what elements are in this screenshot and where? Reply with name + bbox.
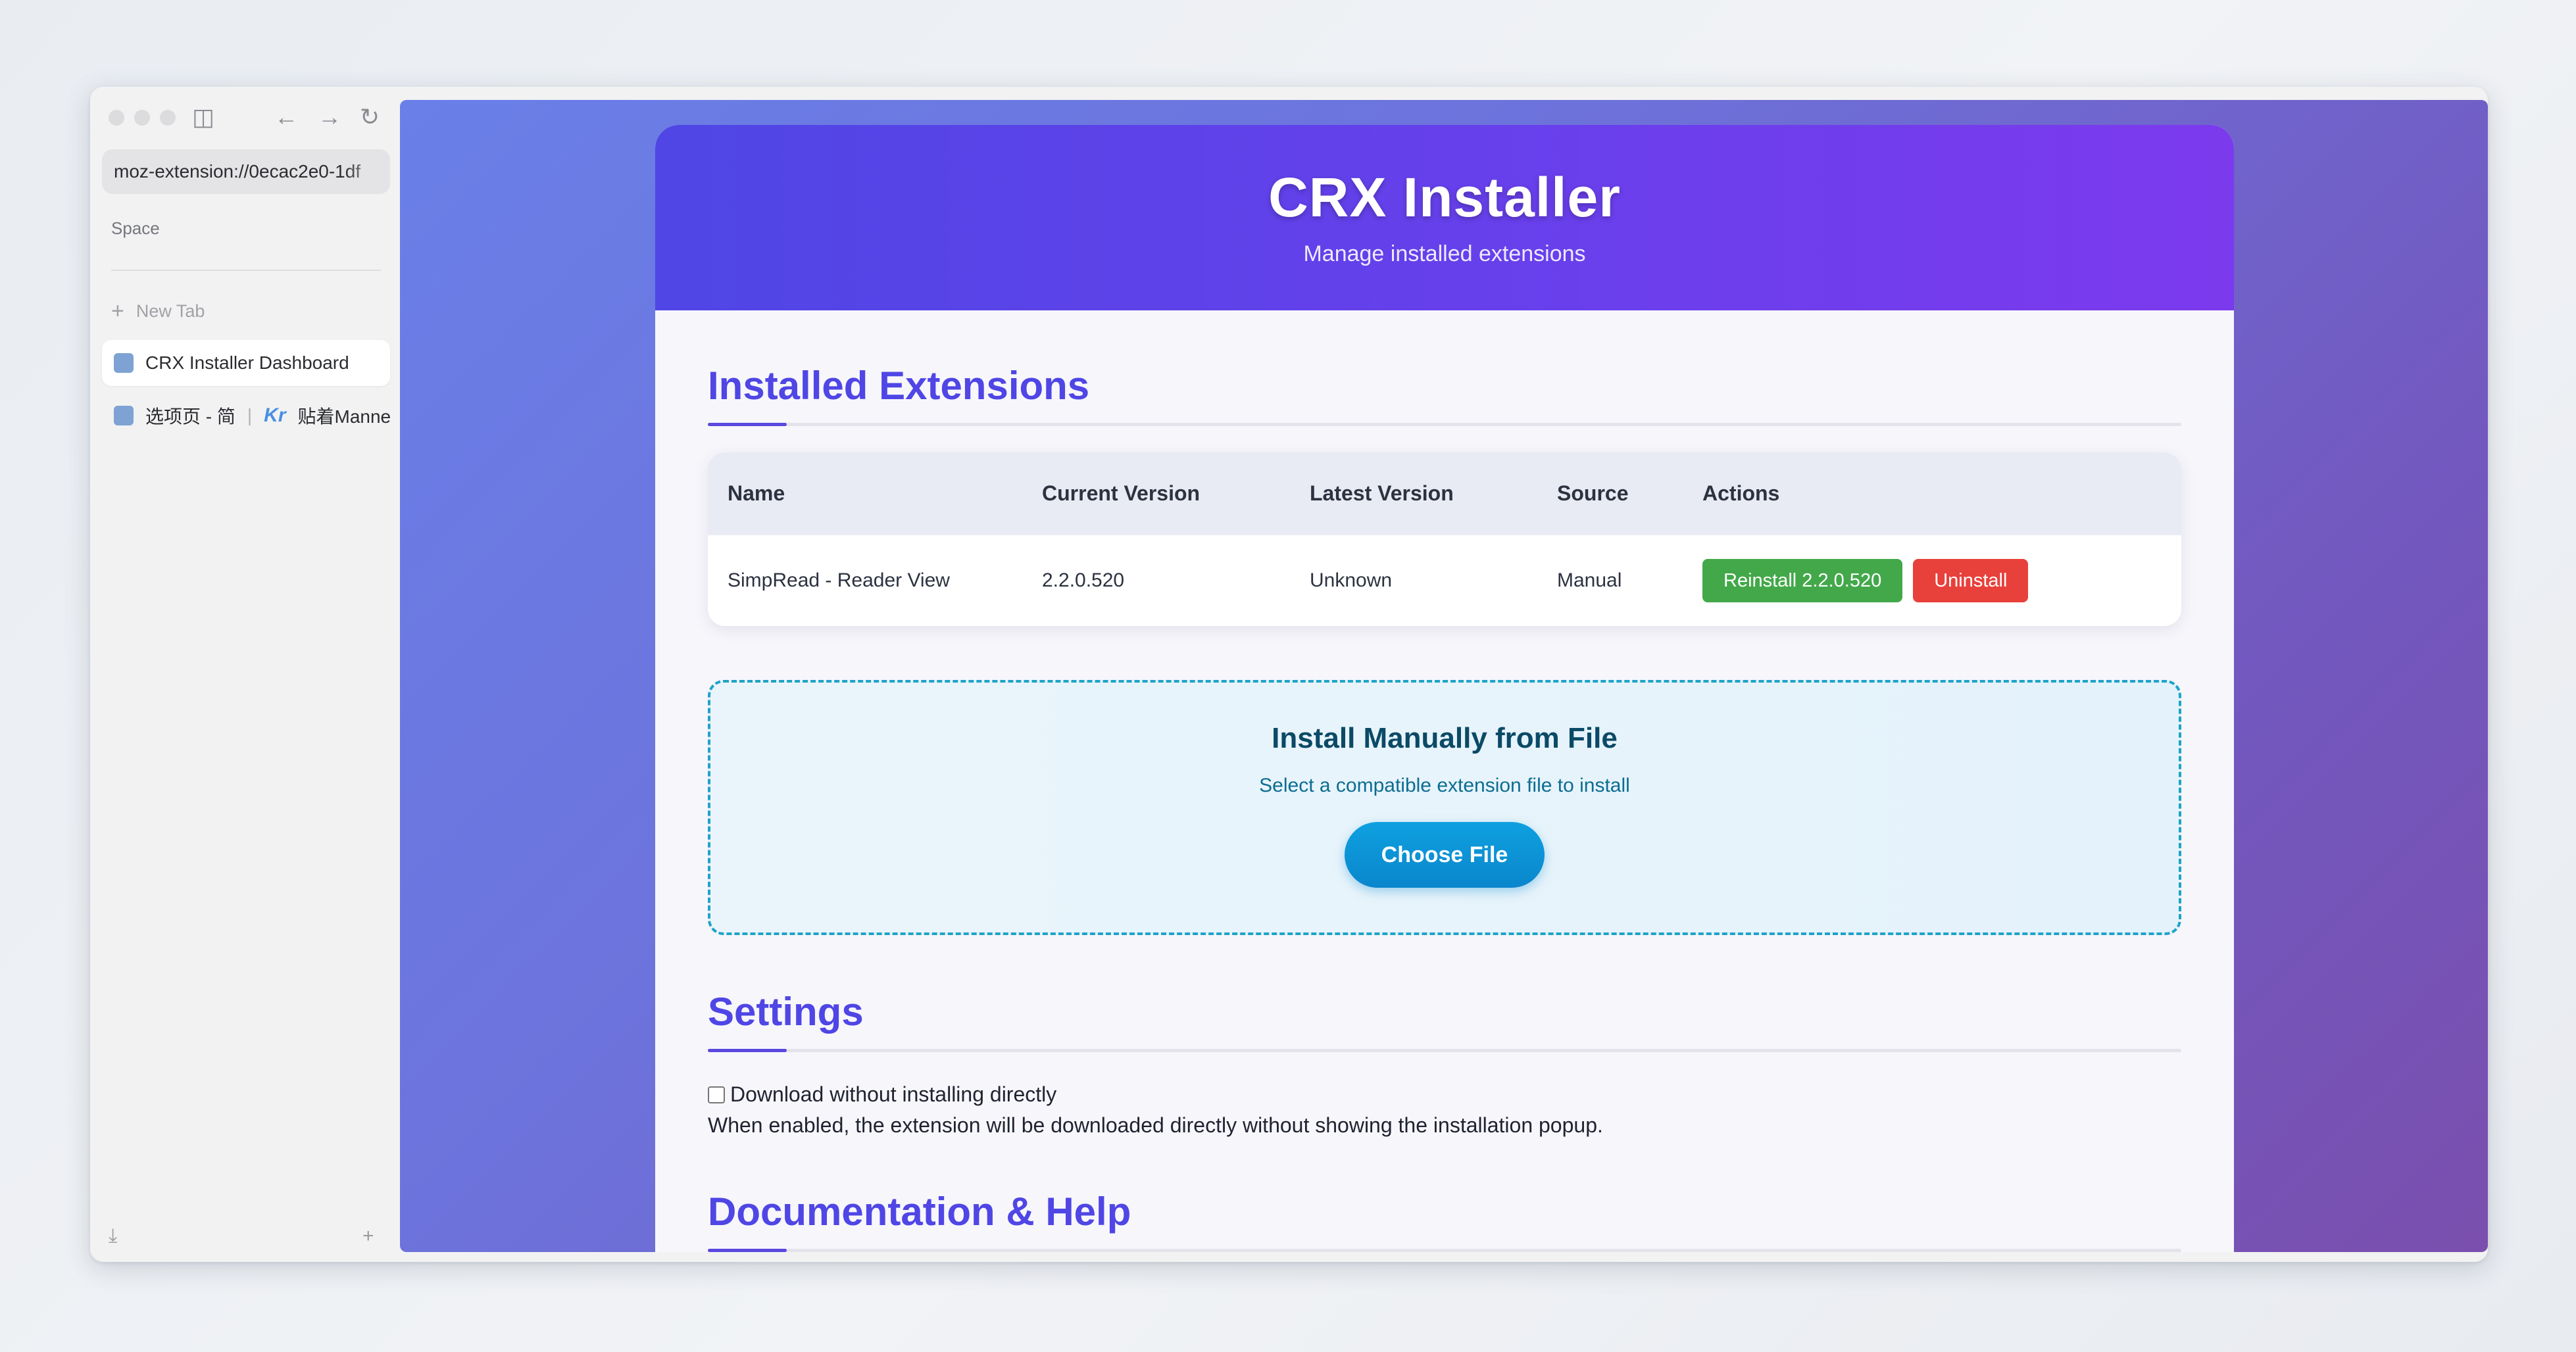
plus-icon: + (111, 299, 124, 324)
manual-install-title: Install Manually from File (1272, 722, 1618, 754)
address-bar[interactable]: moz-extension://0ecac2e0-1df (102, 149, 390, 194)
column-header-current-version: Current Version (1042, 481, 1201, 505)
current-version: 2.2.0.520 (1042, 569, 1125, 591)
latest-version: Unknown (1310, 569, 1393, 591)
uninstall-button[interactable]: Uninstall (1913, 559, 2029, 602)
downloads-icon[interactable]: ⤓ (109, 1225, 117, 1247)
settings-section-title: Settings (708, 990, 864, 1034)
download-only-description: When enabled, the extension will be down… (708, 1113, 1603, 1137)
kr-favicon-icon: Kr (264, 404, 286, 426)
space-label: Space (111, 218, 160, 238)
tab-favicon-icon (114, 406, 134, 425)
tab-crx-installer-dashboard[interactable]: CRX Installer Dashboard (102, 340, 390, 386)
new-tab-button[interactable]: + New Tab (111, 299, 205, 324)
reinstall-button[interactable]: Reinstall 2.2.0.520 (1702, 559, 1903, 602)
reload-icon[interactable]: ↻ (360, 105, 380, 129)
table-row: SimpRead - Reader View 2.2.0.520 Unknown… (708, 534, 2181, 626)
add-space-icon[interactable]: + (362, 1225, 374, 1247)
tab-label: CRX Installer Dashboard (145, 352, 349, 373)
browser-sidebar: ◫ ← → ↻ moz-extension://0ecac2e0-1df Spa… (90, 87, 399, 1262)
tab-label-secondary: 贴着Manne (297, 406, 390, 427)
download-only-checkbox[interactable] (708, 1086, 725, 1103)
forward-arrow-icon[interactable]: → (318, 105, 341, 129)
column-header-name: Name (728, 481, 785, 505)
installed-section-title: Installed Extensions (708, 364, 1090, 408)
close-window-button[interactable] (109, 110, 124, 126)
main-content: Installed Extensions Name Current Versio… (655, 363, 2234, 1252)
extensions-table: Name Current Version Latest Version Sour… (708, 452, 2181, 626)
dashboard-card: CRX Installer Manage installed extension… (655, 125, 2234, 1252)
sidebar-divider (111, 270, 381, 271)
minimize-window-button[interactable] (134, 110, 150, 126)
column-header-source: Source (1557, 481, 1629, 505)
window-controls (109, 110, 176, 126)
column-header-latest-version: Latest Version (1310, 481, 1454, 505)
sidebar-toggle-icon[interactable]: ◫ (192, 105, 214, 129)
docs-section-title: Documentation & Help (708, 1190, 1131, 1234)
browser-window: ◫ ← → ↻ moz-extension://0ecac2e0-1df Spa… (90, 87, 2488, 1262)
choose-file-button[interactable]: Choose File (1345, 822, 1545, 888)
address-text: moz-extension://0ecac2e0-1df (114, 161, 361, 181)
maximize-window-button[interactable] (160, 110, 176, 126)
back-arrow-icon[interactable]: ← (274, 105, 298, 129)
extension-name: SimpRead - Reader View (728, 569, 950, 591)
tab-split-options[interactable]: 选项页 - 简 | Kr 贴着Manne (102, 393, 390, 439)
table-header: Name Current Version Latest Version Sour… (708, 452, 2181, 534)
hero-header: CRX Installer Manage installed extension… (655, 125, 2234, 310)
page-viewport: CRX Installer Manage installed extension… (400, 100, 2488, 1252)
column-header-actions: Actions (1702, 481, 1780, 505)
new-tab-label: New Tab (136, 301, 205, 321)
download-only-setting: Download without installing directly (708, 1082, 2181, 1107)
manual-install-dropzone[interactable]: Install Manually from File Select a comp… (708, 680, 2181, 935)
tab-label: 选项页 - 简 (145, 406, 235, 427)
page-title: CRX Installer (1268, 166, 1621, 228)
page-subtitle: Manage installed extensions (1303, 241, 1586, 266)
source: Manual (1557, 569, 1622, 591)
tab-favicon-icon (114, 353, 134, 373)
section-underline (708, 1249, 2181, 1252)
split-separator: | (247, 405, 253, 425)
row-actions: Reinstall 2.2.0.520 Uninstall (1702, 559, 2181, 602)
manual-install-description: Select a compatible extension file to in… (1259, 775, 1630, 796)
download-only-label[interactable]: Download without installing directly (730, 1082, 1056, 1107)
section-underline (708, 1049, 2181, 1052)
section-underline (708, 423, 2181, 426)
